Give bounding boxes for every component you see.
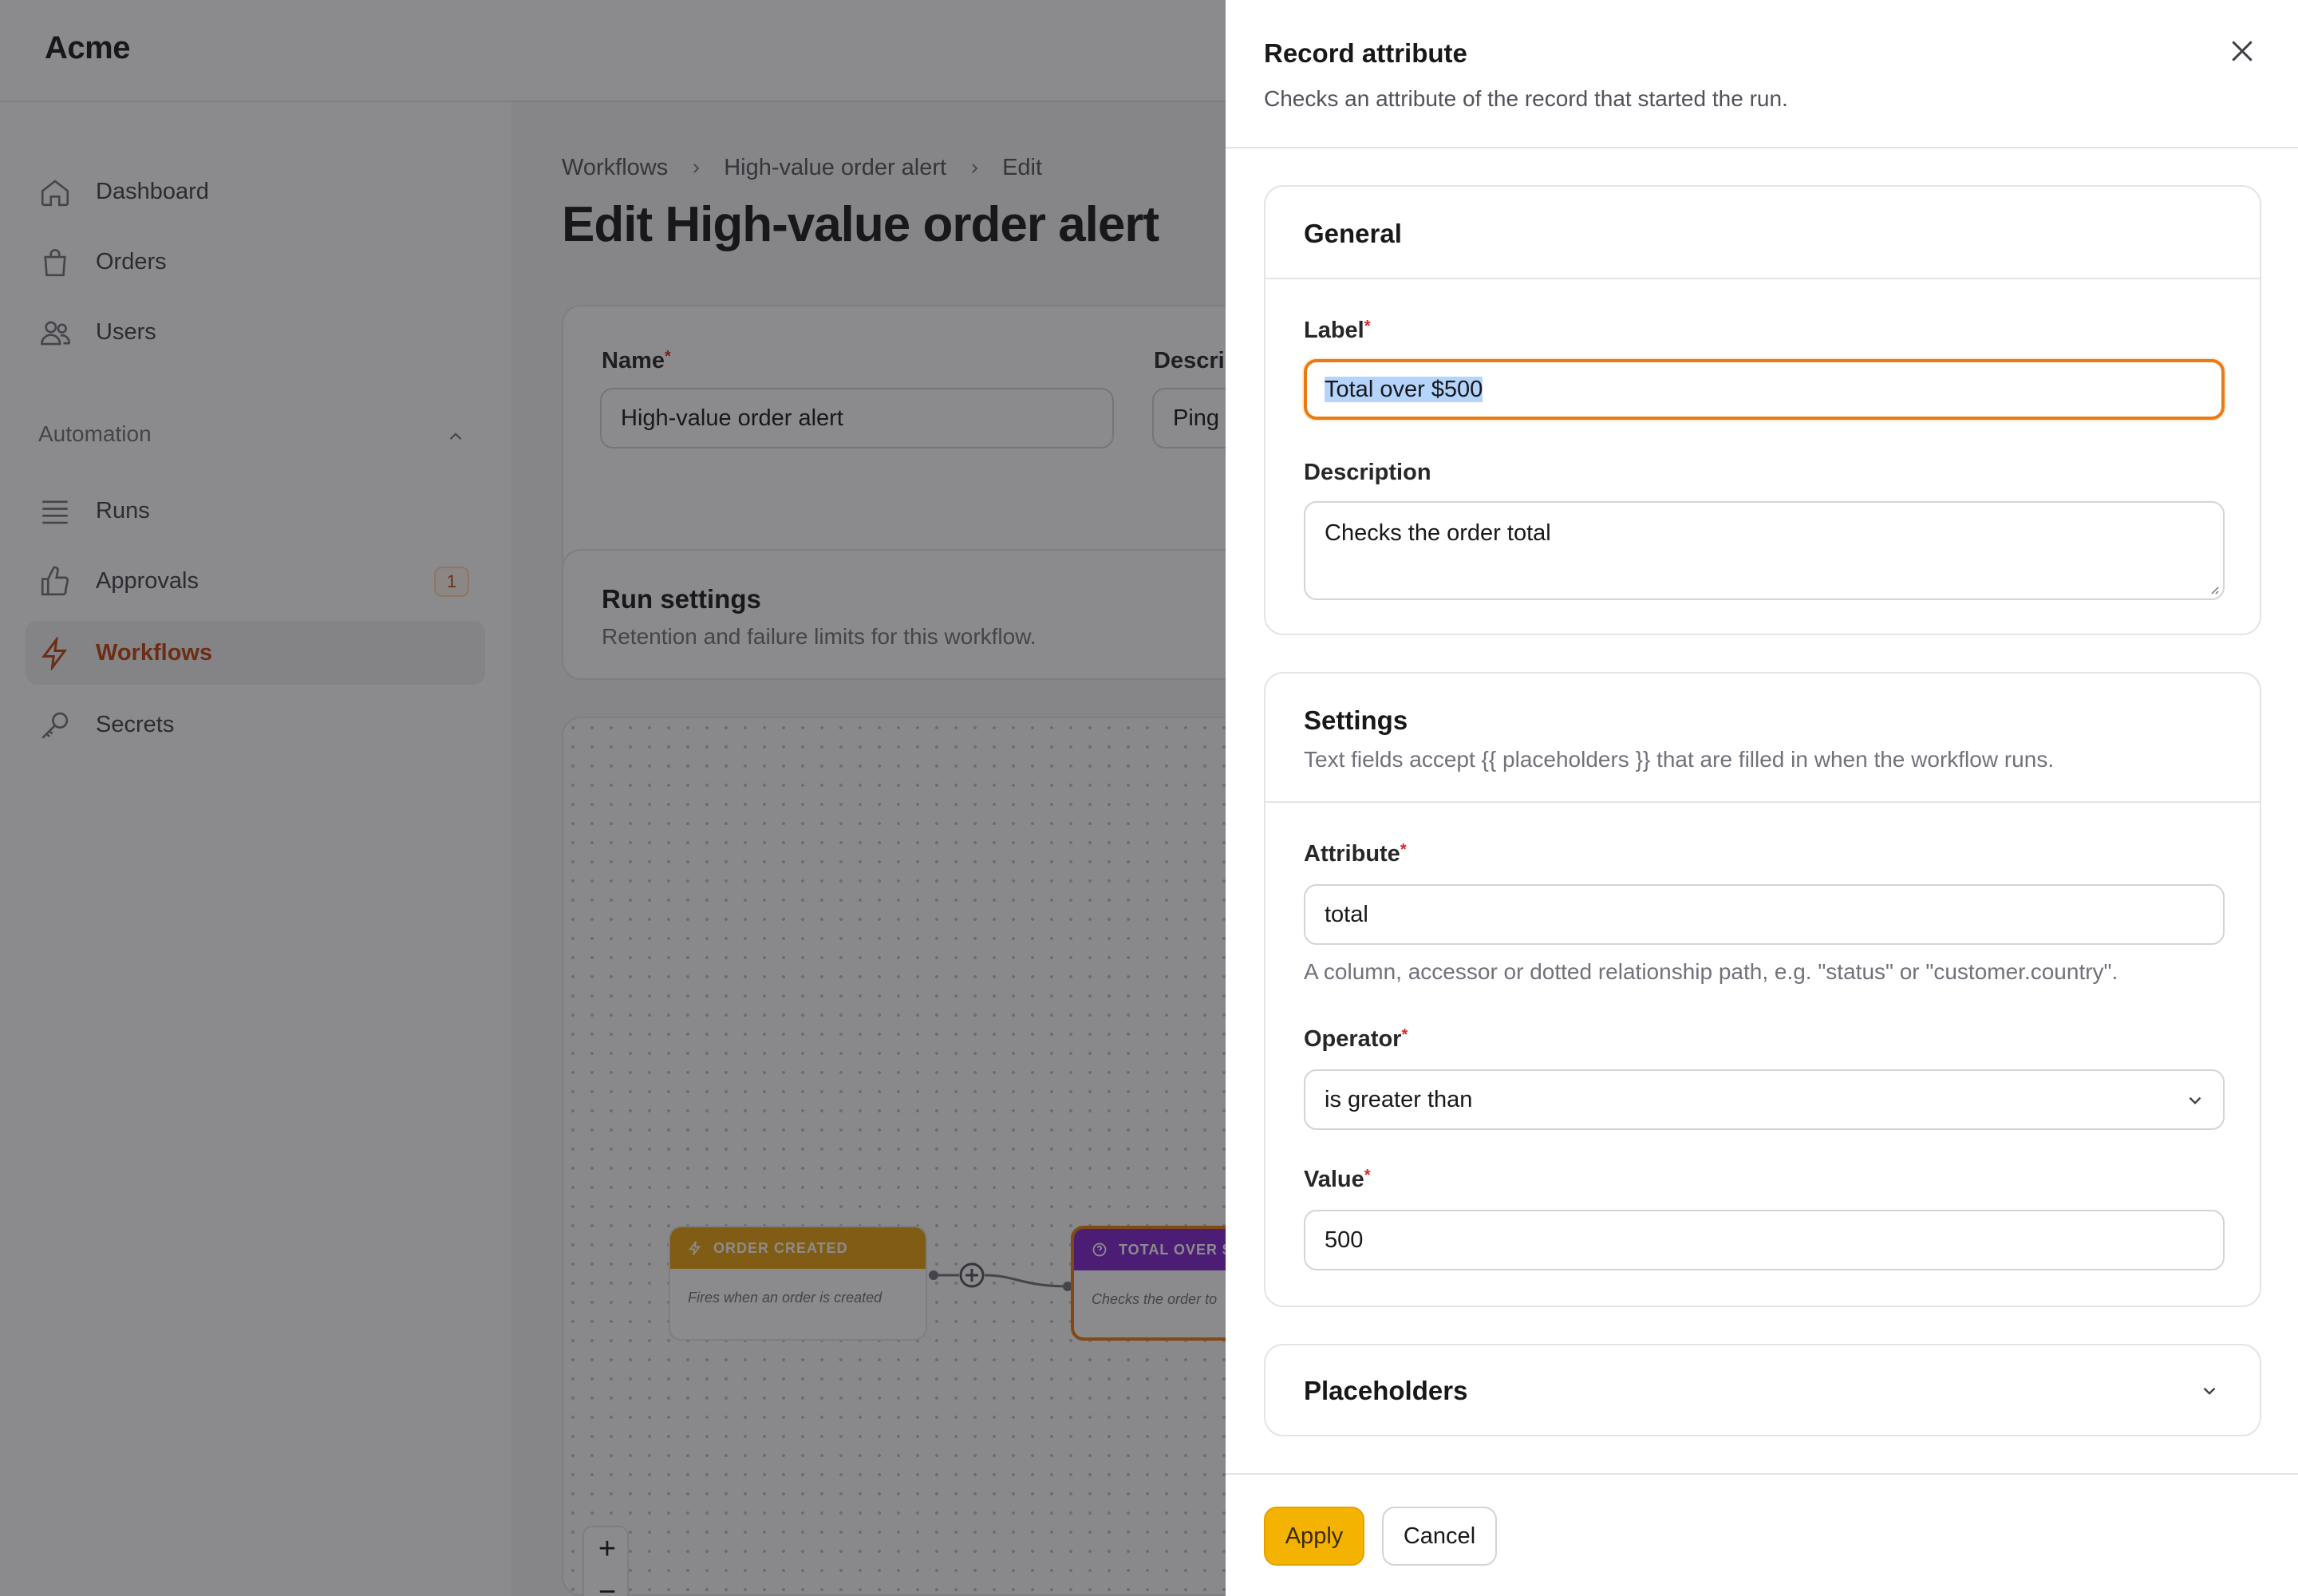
settings-section-description: Text fields accept {{ placeholders }} th… [1304, 747, 2055, 772]
resize-handle-icon[interactable] [2207, 583, 2220, 595]
value-field-label: Value* [1304, 1167, 1371, 1192]
section-divider [1265, 801, 2260, 803]
operator-select[interactable]: is greater than [1304, 1069, 2225, 1130]
attribute-hint: A column, accessor or dotted relationshi… [1304, 959, 2118, 984]
drawer-header: Record attribute Checks an attribute of … [1226, 0, 2298, 148]
value-input[interactable]: 500 [1304, 1210, 2225, 1270]
label-input[interactable]: Total over $500 [1304, 359, 2225, 420]
operator-field-label: Operator* [1304, 1026, 1408, 1052]
label-field-label: Label* [1304, 318, 1371, 343]
description-field-label: Description [1304, 460, 1431, 485]
drawer-footer: Apply Cancel [1226, 1473, 2298, 1596]
description-textarea-value: Checks the order total [1325, 520, 1551, 546]
placeholders-section[interactable]: Placeholders [1264, 1344, 2261, 1436]
drawer-subtitle: Checks an attribute of the record that s… [1264, 86, 1788, 111]
label-input-value: Total over $500 [1325, 377, 1483, 402]
chevron-down-icon [2189, 1096, 2201, 1104]
close-icon[interactable] [2226, 35, 2258, 67]
placeholders-section-title: Placeholders [1304, 1376, 1468, 1405]
drawer-title: Record attribute [1264, 38, 1467, 68]
section-divider [1265, 278, 2260, 279]
attribute-field-label: Attribute* [1304, 841, 1407, 867]
settings-section-title: Settings [1304, 705, 1408, 735]
description-textarea[interactable]: Checks the order total [1304, 501, 2225, 600]
attribute-input[interactable]: total [1304, 884, 2225, 945]
cancel-button[interactable]: Cancel [1382, 1507, 1497, 1566]
chevron-down-icon[interactable] [2199, 1381, 2220, 1401]
settings-section: Settings Text fields accept {{ placehold… [1264, 672, 2261, 1307]
general-section-title: General [1304, 219, 1402, 248]
record-attribute-drawer: Record attribute Checks an attribute of … [1226, 0, 2298, 1596]
apply-button[interactable]: Apply [1264, 1507, 1364, 1566]
general-section: General Label* Total over $500 Descripti… [1264, 185, 2261, 635]
operator-select-value: is greater than [1325, 1087, 1473, 1112]
